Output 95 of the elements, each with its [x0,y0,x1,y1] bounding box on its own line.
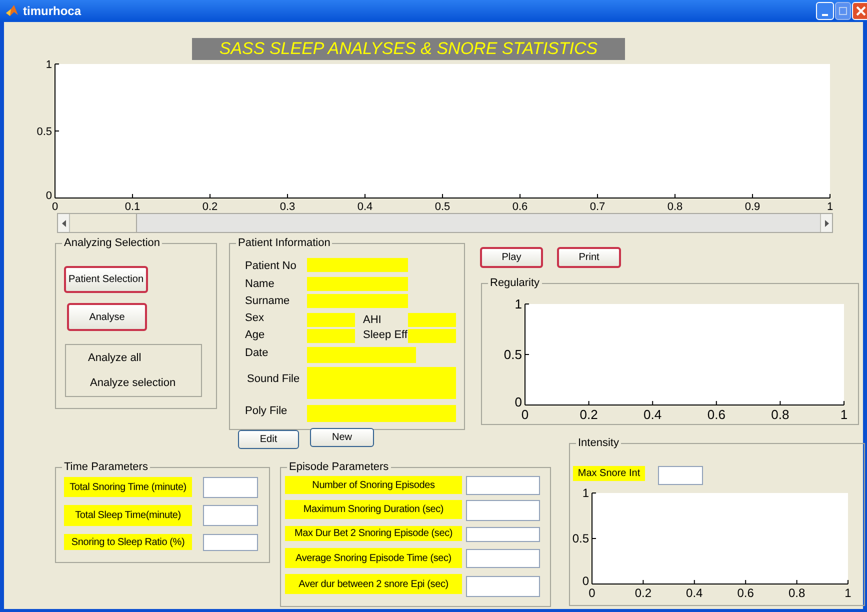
input-field[interactable] [466,549,540,568]
tick-label: 0.2 [634,586,652,600]
tick-label: 0 [514,394,522,410]
input-field[interactable] [408,313,456,327]
input-field[interactable] [307,277,408,291]
button[interactable]: Patient Selection [64,266,148,293]
input-field[interactable] [307,294,408,308]
close-icon [856,6,866,16]
field-label: Number of Snoring Episodes [285,476,462,494]
input-field[interactable] [203,505,258,526]
window-title: timurhoca [23,3,82,20]
field-label: Surname [245,294,290,309]
field-label: AHI [363,313,382,328]
input-field[interactable] [307,367,456,399]
field-label: Sleep Eff [363,328,408,343]
tick-label: 1 [840,407,848,422]
tick-label: 0.2 [580,407,598,422]
tick-label: 1 [826,201,834,213]
tick-label: 0.1 [124,201,140,213]
input-field[interactable] [203,534,258,551]
tick-label: 0 [46,190,52,202]
input-field[interactable] [658,466,703,485]
field-label: Max Dur Bet 2 Snoring Episode (sec) [285,526,462,541]
field-label: Aver dur between 2 snore Epi (sec) [285,574,462,594]
left-arrow-icon [62,220,66,226]
slider-thumb[interactable] [70,214,137,232]
field-label: Total Sleep Time(minute) [64,505,192,526]
field-label: Date [245,346,268,361]
radio-option[interactable]: Analyze all [88,350,142,366]
scroll-right-button[interactable] [820,214,832,232]
tick-label: 0.4 [644,407,662,422]
tick-label: 0.7 [590,201,606,213]
tick-label: 0 [582,574,589,588]
input-field[interactable] [307,405,456,422]
input-field[interactable] [307,329,355,343]
tick-label: 0.2 [202,201,218,213]
field-label: Poly File [245,404,288,419]
field-label: Sex [245,311,264,326]
tick-label: 0.5 [36,126,52,138]
maximize-button[interactable] [835,2,851,20]
tick-label: 0.3 [280,201,296,213]
right-arrow-icon [824,220,828,226]
radio-option[interactable]: Analyze selection [90,375,176,392]
button[interactable]: New [310,428,374,447]
group-title: Episode Parameters [287,460,391,474]
field-label: Patient No [245,259,296,274]
tick-label: 0.6 [512,201,528,213]
input-field[interactable] [466,576,540,597]
tick-label: 1 [582,486,589,500]
tick-label: 0.6 [737,586,754,600]
tick-label: 0 [521,407,529,422]
tick-label: 1 [514,296,522,312]
field-label: Max Snore Int [573,466,645,481]
input-field[interactable] [307,313,355,327]
input-field[interactable] [466,476,540,495]
input-field[interactable] [408,329,456,343]
tick-label: 1 [46,58,52,71]
banner-title: SASS SLEEP ANALYSES & SNORE STATISTICS [192,38,625,60]
tick-label: 0.8 [771,407,790,422]
tick-label: 0.5 [434,201,450,213]
field-label: Total Snoring Time (minute) [64,477,192,497]
button[interactable]: Play [480,247,543,268]
field-label: Sound File [247,372,300,387]
close-button[interactable] [852,2,867,20]
tick-label: 0.4 [357,201,373,213]
minimize-button[interactable] [816,2,834,20]
input-field[interactable] [307,347,416,363]
button[interactable]: Print [557,247,621,268]
scroll-left-button[interactable] [58,214,70,232]
slider[interactable] [57,213,833,233]
field-label: Maximum Snoring Duration (sec) [285,500,462,519]
input-field[interactable] [466,527,540,542]
input-field[interactable] [307,258,408,272]
field-label: Average Snoring Episode Time (sec) [285,548,462,568]
group-title: Regularity [488,276,542,290]
group-title: Analyzing Selection [62,236,162,250]
group-title: Intensity [576,436,621,450]
app-icon [5,4,19,18]
tick-label: 0 [52,201,58,213]
input-field[interactable] [466,500,540,521]
field-label: Snoring to Sleep Ratio (%) [64,534,192,550]
tick-label: 0.8 [788,586,806,600]
tick-label: 1 [844,586,852,600]
field-label: Age [245,328,265,343]
tick-label: 0.5 [504,347,522,362]
button[interactable]: Edit [238,430,299,449]
input-field[interactable] [203,477,258,498]
tick-label: 0.4 [686,586,703,600]
tick-label: 0.8 [667,201,683,213]
tick-label: 0.9 [744,201,760,213]
tick-label: 0.5 [572,532,589,546]
tick-label: 0 [588,586,596,600]
button[interactable]: Analyse [67,303,147,331]
tick-label: 0.6 [707,407,726,422]
field-label: Name [245,277,274,292]
